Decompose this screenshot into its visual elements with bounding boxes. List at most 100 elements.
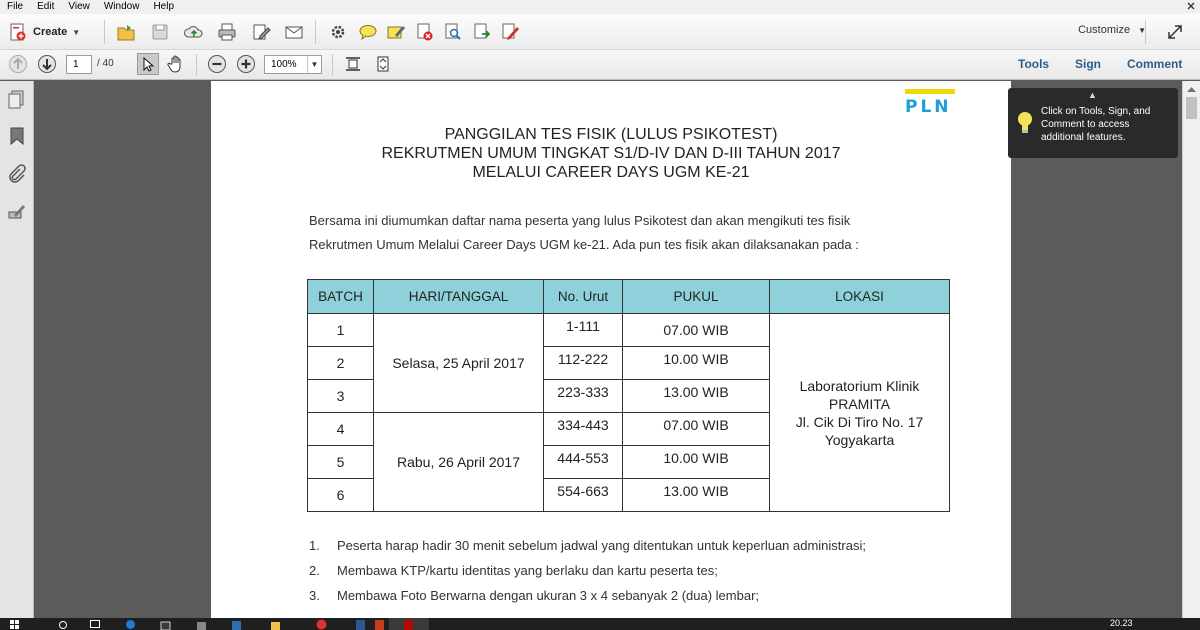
pln-logo: PLN xyxy=(905,89,957,117)
bookmarks-icon[interactable] xyxy=(7,126,27,146)
sign-link[interactable]: Sign xyxy=(1075,57,1101,71)
list-item: 2. Membawa KTP/kartu identitas yang berl… xyxy=(309,558,959,583)
batch-cell: 1 xyxy=(307,313,374,347)
menu-edit[interactable]: Edit xyxy=(30,0,61,14)
delete-page-icon[interactable] xyxy=(415,22,435,42)
next-page-icon[interactable] xyxy=(37,54,57,74)
fit-width-icon[interactable] xyxy=(374,55,392,73)
intro-line-1: Bersama ini diumumkan daftar nama pesert… xyxy=(309,213,851,228)
batch-cell: 5 xyxy=(307,445,374,479)
chevron-down-icon: ▼ xyxy=(72,27,81,37)
time-cell: 10.00 WIB xyxy=(622,346,770,380)
task-view-icon[interactable] xyxy=(90,620,100,628)
settings-gear-icon[interactable] xyxy=(328,22,348,42)
signatures-icon[interactable] xyxy=(7,202,27,222)
page-thumbnails-icon[interactable] xyxy=(7,89,27,109)
attachments-paperclip-icon[interactable] xyxy=(7,164,27,184)
chevron-down-icon: ▼ xyxy=(307,56,321,73)
close-document-icon[interactable] xyxy=(1186,0,1196,12)
toolbar-separator xyxy=(332,54,333,76)
open-icon[interactable] xyxy=(116,22,136,42)
list-number: 3. xyxy=(309,588,320,603)
store-icon[interactable] xyxy=(160,619,171,630)
create-label: Create xyxy=(33,26,68,38)
navigation-pane xyxy=(0,81,34,618)
word-icon[interactable] xyxy=(355,619,366,630)
vertical-scrollbar[interactable] xyxy=(1182,81,1200,618)
export-page-icon[interactable] xyxy=(472,22,492,42)
location-line: PRAMITA xyxy=(828,395,891,412)
zoom-in-icon[interactable] xyxy=(236,54,256,74)
number-range-cell: 1-111 xyxy=(543,313,623,347)
number-range-cell: 223-333 xyxy=(543,379,623,413)
acrobat-reader-icon xyxy=(404,620,413,630)
menu-bar: File Edit View Window Help xyxy=(0,0,1200,14)
toolbar-separator xyxy=(1145,20,1146,44)
search-page-icon[interactable] xyxy=(443,22,463,42)
zoom-level-select[interactable]: 100% ▼ xyxy=(264,55,322,74)
table-row: 1 Selasa, 25 April 2017 1-111 07.00 WIB … xyxy=(307,313,950,512)
edit-document-icon[interactable] xyxy=(251,22,271,42)
powerpoint-icon[interactable] xyxy=(374,619,385,630)
create-button[interactable]: Create ▼ xyxy=(8,20,80,44)
page-number-input[interactable]: 1 xyxy=(66,55,92,74)
menu-file[interactable]: File xyxy=(0,0,30,14)
save-icon[interactable] xyxy=(150,22,170,42)
batch-cell: 4 xyxy=(307,412,374,446)
time-cell: 07.00 WIB xyxy=(622,313,770,347)
zoom-out-icon[interactable] xyxy=(207,54,227,74)
list-item: 1. Peserta harap hadir 30 menit sebelum … xyxy=(309,533,959,558)
intro-paragraph: Bersama ini diumumkan daftar nama pesert… xyxy=(309,209,929,257)
list-number: 2. xyxy=(309,563,320,578)
tools-tooltip[interactable]: ▲ Click on Tools, Sign, and Comment to a… xyxy=(1008,88,1178,158)
list-item: 3. Membawa Foto Berwarna dengan ukuran 3… xyxy=(309,583,959,608)
edge-browser-icon[interactable] xyxy=(125,619,136,630)
hand-tool-icon[interactable] xyxy=(166,54,186,74)
menu-help[interactable]: Help xyxy=(146,0,181,14)
title-line-1: PANGGILAN TES FISIK (LULUS PSIKOTEST) xyxy=(444,126,778,143)
highlight-icon[interactable] xyxy=(386,22,406,42)
time-cell: 13.00 WIB xyxy=(622,478,770,512)
comment-link[interactable]: Comment xyxy=(1127,57,1182,71)
date-cell: Selasa, 25 April 2017 xyxy=(373,313,544,413)
table-header: PUKUL xyxy=(622,279,770,314)
folder-icon[interactable] xyxy=(270,619,281,630)
time-cell: 10.00 WIB xyxy=(622,445,770,479)
scrollbar-thumb[interactable] xyxy=(1186,97,1197,119)
title-line-3: MELALUI CAREER DAYS UGM KE-21 xyxy=(472,164,750,181)
menu-window[interactable]: Window xyxy=(97,0,147,14)
batch-cell: 3 xyxy=(307,379,374,413)
menu-view[interactable]: View xyxy=(61,0,97,14)
windows-start-icon[interactable] xyxy=(10,620,20,630)
location-line: Laboratorium Klinik xyxy=(799,377,920,394)
location-line: Yogyakarta xyxy=(824,431,895,448)
scroll-up-icon[interactable] xyxy=(1186,84,1197,94)
customize-dropdown[interactable]: Customize ▼ xyxy=(1078,24,1146,36)
create-pdf-icon xyxy=(10,23,26,41)
email-icon[interactable] xyxy=(284,22,304,42)
explorer-icon[interactable] xyxy=(196,619,207,630)
comment-bubble-icon[interactable] xyxy=(358,22,378,42)
chrome-icon[interactable] xyxy=(316,619,327,630)
table-header: HARI/TANGGAL xyxy=(373,279,544,314)
previous-page-icon[interactable] xyxy=(8,54,28,74)
chevron-up-icon: ▲ xyxy=(1088,90,1097,100)
page-total: / 40 xyxy=(97,58,114,69)
search-icon[interactable] xyxy=(58,620,68,630)
location-line: Jl. Cik Di Tiro No. 17 xyxy=(795,413,924,430)
select-tool-icon[interactable] xyxy=(137,53,159,75)
print-icon[interactable] xyxy=(217,22,237,42)
fullscreen-icon[interactable] xyxy=(1166,23,1184,41)
time-cell: 07.00 WIB xyxy=(622,412,770,446)
cloud-upload-icon[interactable] xyxy=(184,22,204,42)
document-title: PANGGILAN TES FISIK (LULUS PSIKOTEST) RE… xyxy=(211,125,1011,182)
list-number: 1. xyxy=(309,538,320,553)
table-header: No. Urut xyxy=(543,279,623,314)
table-header-row: BATCH HARI/TANGGAL No. Urut PUKUL LOKASI xyxy=(307,279,950,314)
sign-document-icon[interactable] xyxy=(500,22,520,42)
app-icon[interactable] xyxy=(231,619,242,630)
taskbar-active-app[interactable] xyxy=(389,618,429,630)
tools-link[interactable]: Tools xyxy=(1018,57,1049,71)
logo-bar xyxy=(905,89,955,94)
fit-page-icon[interactable] xyxy=(344,55,362,73)
